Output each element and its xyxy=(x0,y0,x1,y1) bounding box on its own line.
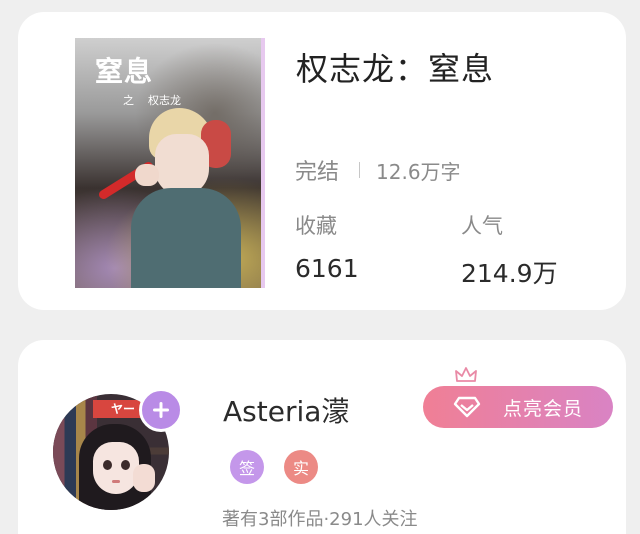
popularity-label: 人气 xyxy=(461,214,503,238)
activate-vip-button[interactable]: 点亮会员 xyxy=(423,386,613,428)
popularity-stat: 人气 214.9万 xyxy=(461,210,558,290)
cover-figure-face xyxy=(155,134,209,196)
book-info-card: 窒息 之 权志龙 权志龙：窒息 完结 12.6万字 收藏 6161 人气 214.… xyxy=(18,12,626,310)
signed-badge: 签 xyxy=(230,450,264,484)
plus-icon xyxy=(153,402,169,418)
book-title: 权志龙：窒息 xyxy=(296,50,495,88)
cover-subtitle: 之 权志龙 xyxy=(123,92,181,108)
avatar-eye-right xyxy=(121,460,130,470)
avatar-hand xyxy=(133,464,155,492)
diamond-icon xyxy=(453,396,481,418)
cover-figure-body xyxy=(131,188,241,288)
follow-button[interactable] xyxy=(139,388,183,432)
cover-sub-author: 权志龙 xyxy=(148,94,181,107)
book-cover-image[interactable]: 窒息 之 权志龙 xyxy=(75,38,261,288)
status-divider xyxy=(359,162,361,178)
author-card: ヤー Asteria濛 签 实 著有3部作品·291人关注 点亮会员 xyxy=(18,340,626,534)
book-status-row: 完结 12.6万字 xyxy=(295,154,461,186)
vip-button-label: 点亮会员 xyxy=(503,397,584,420)
author-name[interactable]: Asteria濛 xyxy=(223,390,349,430)
avatar-mouth xyxy=(112,480,120,483)
favorites-value: 6161 xyxy=(295,254,359,283)
verified-badge: 实 xyxy=(284,450,318,484)
avatar-face xyxy=(93,442,139,494)
favorites-stat: 收藏 6161 xyxy=(295,210,359,283)
popularity-value: 214.9万 xyxy=(461,259,558,288)
avatar-eye-left xyxy=(103,460,112,470)
cover-title: 窒息 xyxy=(95,55,154,88)
word-count: 12.6万字 xyxy=(376,159,461,184)
favorites-label: 收藏 xyxy=(295,214,337,238)
cover-figure-hand xyxy=(135,164,159,186)
crown-icon xyxy=(455,367,477,382)
cover-sub-prefix: 之 xyxy=(123,94,134,107)
completion-status: 完结 xyxy=(295,160,340,185)
author-works-followers: 著有3部作品·291人关注 xyxy=(222,509,418,530)
